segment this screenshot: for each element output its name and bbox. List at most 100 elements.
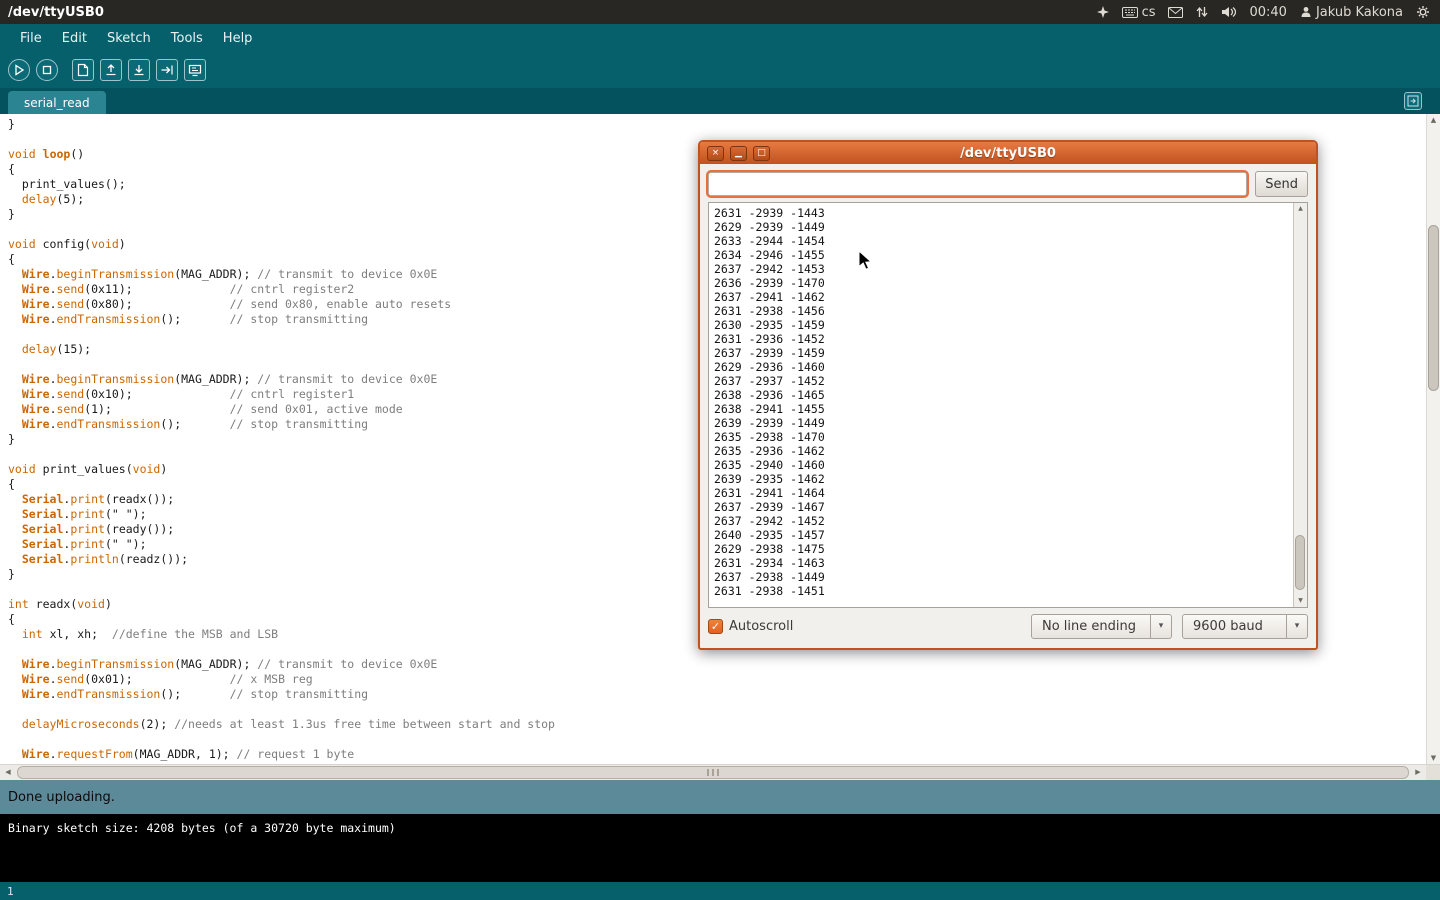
vertical-scrollbar-thumb[interactable] [1428, 225, 1439, 391]
scroll-left-icon[interactable]: ◀ [0, 765, 16, 780]
serial-monitor-title: /dev/ttyUSB0 [700, 146, 1316, 161]
open-icon [105, 63, 117, 77]
send-button[interactable]: Send [1255, 171, 1308, 197]
serial-line: 2637 -2942 -1453 [714, 262, 1288, 276]
line-ending-select[interactable]: No line ending ▾ [1031, 614, 1172, 639]
serial-line: 2638 -2936 -1465 [714, 388, 1288, 402]
autoscroll-checkbox[interactable]: ✓ [708, 619, 723, 634]
new-sketch-button[interactable] [72, 59, 94, 81]
maximize-button[interactable]: □ [753, 146, 770, 161]
mail-icon[interactable] [1168, 7, 1183, 18]
tab-strip: serial_read [0, 88, 1440, 114]
serial-monitor-titlebar[interactable]: × ▁ □ /dev/ttyUSB0 [700, 142, 1316, 164]
baud-rate-value: 9600 baud [1183, 615, 1286, 638]
serial-monitor-button[interactable] [184, 59, 206, 81]
upload-button[interactable] [156, 59, 178, 81]
screen: { "panel": { "window_title": "/dev/ttyUS… [0, 0, 1440, 900]
serial-monitor-window: × ▁ □ /dev/ttyUSB0 Send 2631 -2939 -1443… [698, 140, 1318, 650]
serial-line: 2631 -2938 -1456 [714, 304, 1288, 318]
code-line: Wire.beginTransmission(MAG_ADDR); // tra… [8, 657, 1426, 672]
code-line: delayMicroseconds(2); //needs at least 1… [8, 717, 1426, 732]
serial-line: 2629 -2936 -1460 [714, 360, 1288, 374]
maximize-icon: □ [757, 148, 766, 158]
serial-output[interactable]: 2631 -2939 -14432629 -2939 -14492633 -29… [709, 203, 1293, 607]
code-line [8, 732, 1426, 747]
top-panel: /dev/ttyUSB0 cs 00:40 Jakub Kakona [0, 0, 1440, 24]
scrollbar-grip [707, 769, 720, 776]
indicator-icon[interactable] [1097, 6, 1109, 18]
keyboard-layout-indicator[interactable]: cs [1122, 5, 1156, 20]
verify-button[interactable] [8, 59, 30, 81]
system-tray: cs 00:40 Jakub Kakona [1097, 5, 1440, 20]
editor-horizontal-scrollbar[interactable]: ◀ ▶ [0, 764, 1440, 780]
toolbar [0, 52, 1440, 88]
serial-line: 2634 -2946 -1455 [714, 248, 1288, 262]
new-icon [77, 63, 89, 77]
serial-scrollbar-thumb[interactable] [1295, 535, 1305, 590]
menu-sketch[interactable]: Sketch [97, 27, 161, 50]
serial-line: 2629 -2938 -1475 [714, 542, 1288, 556]
serial-line: 2631 -2936 -1452 [714, 332, 1288, 346]
scroll-right-icon[interactable]: ▶ [1410, 765, 1426, 780]
serial-line: 2637 -2938 -1449 [714, 570, 1288, 584]
serial-line: 2635 -2936 -1462 [714, 444, 1288, 458]
serial-line: 2629 -2939 -1449 [714, 220, 1288, 234]
serial-line: 2630 -2935 -1459 [714, 318, 1288, 332]
serial-bottom-bar: ✓ Autoscroll No line ending ▾ 9600 baud … [708, 613, 1308, 639]
stop-button[interactable] [36, 59, 58, 81]
chevron-down-icon: ▾ [1286, 615, 1307, 638]
serial-line: 2638 -2941 -1455 [714, 402, 1288, 416]
horizontal-scrollbar-thumb[interactable] [17, 766, 1409, 779]
menu-tools[interactable]: Tools [161, 27, 213, 50]
code-line [8, 702, 1426, 717]
code-line: Wire.endTransmission(); // stop transmit… [8, 687, 1426, 702]
username-label: Jakub Kakona [1316, 5, 1403, 20]
console-message: Binary sketch size: 4208 bytes (of a 307… [8, 821, 1432, 835]
scroll-up-icon[interactable]: ▲ [1294, 203, 1307, 215]
serial-line: 2631 -2941 -1464 [714, 486, 1288, 500]
menu-edit[interactable]: Edit [52, 27, 97, 50]
scroll-down-icon[interactable]: ▼ [1427, 752, 1440, 764]
line-indicator-bar: 1 [0, 882, 1440, 900]
scroll-up-icon[interactable]: ▲ [1427, 114, 1440, 126]
menu-bar: FileEditSketchToolsHelp [0, 24, 1440, 52]
tab-menu-button[interactable] [1404, 92, 1422, 110]
console-output: Binary sketch size: 4208 bytes (of a 307… [0, 814, 1440, 882]
scroll-down-icon[interactable]: ▼ [1294, 595, 1307, 607]
user-menu[interactable]: Jakub Kakona [1300, 5, 1403, 20]
line-number: 1 [7, 885, 14, 898]
status-bar: Done uploading. [0, 780, 1440, 814]
serial-line: 2640 -2935 -1457 [714, 528, 1288, 542]
serial-send-input[interactable] [708, 172, 1247, 196]
user-icon [1300, 6, 1312, 18]
keyboard-layout-label: cs [1142, 5, 1156, 20]
code-line: } [8, 117, 1426, 132]
save-sketch-button[interactable] [128, 59, 150, 81]
serial-line: 2635 -2938 -1470 [714, 430, 1288, 444]
serial-scrollbar[interactable]: ▲ ▼ [1293, 203, 1307, 607]
chevron-down-icon: ▾ [1150, 615, 1171, 638]
network-arrows-icon[interactable] [1196, 6, 1208, 18]
baud-rate-select[interactable]: 9600 baud ▾ [1182, 614, 1308, 639]
menu-file[interactable]: File [10, 27, 52, 50]
serial-line: 2637 -2939 -1459 [714, 346, 1288, 360]
volume-icon[interactable] [1221, 6, 1236, 18]
open-sketch-button[interactable] [100, 59, 122, 81]
close-button[interactable]: × [707, 146, 724, 161]
serial-line: 2637 -2942 -1452 [714, 514, 1288, 528]
minimize-button[interactable]: ▁ [730, 146, 747, 161]
clock[interactable]: 00:40 [1249, 5, 1286, 20]
session-gear-icon[interactable] [1416, 5, 1430, 19]
serial-line: 2633 -2944 -1454 [714, 234, 1288, 248]
tab-serial-read[interactable]: serial_read [8, 91, 106, 114]
active-window-title: /dev/ttyUSB0 [0, 5, 104, 20]
minimize-icon: ▁ [735, 148, 742, 158]
editor-vertical-scrollbar[interactable]: ▲ ▼ [1426, 114, 1440, 764]
serial-line: 2636 -2939 -1470 [714, 276, 1288, 290]
menu-help[interactable]: Help [213, 27, 263, 50]
status-message: Done uploading. [8, 790, 115, 805]
window-buttons: × ▁ □ [700, 146, 770, 161]
tab-menu-icon [1407, 92, 1419, 111]
serial-output-panel: 2631 -2939 -14432629 -2939 -14492633 -29… [708, 202, 1308, 608]
autoscroll-label: Autoscroll [729, 619, 793, 634]
